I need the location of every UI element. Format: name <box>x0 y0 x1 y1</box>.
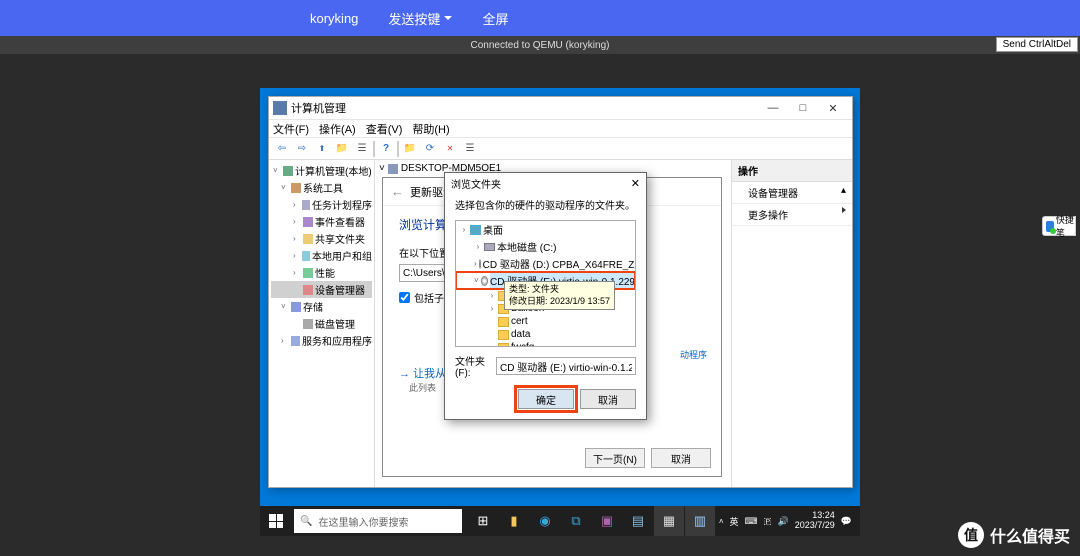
scan-button[interactable] <box>461 140 479 158</box>
node-cert[interactable]: cert <box>456 315 635 328</box>
window-title: 计算机管理 <box>291 100 346 116</box>
send-keys-menu[interactable]: 发送按键 <box>388 9 452 28</box>
close-button[interactable]: ✕ <box>818 102 848 115</box>
watermark: 值 什么值得买 <box>958 522 1070 548</box>
tree-performance[interactable]: ›性能 <box>271 264 372 281</box>
menu-action[interactable]: 操作(A) <box>319 121 356 137</box>
tree-services-apps[interactable]: ›服务和应用程序 <box>271 332 372 349</box>
system-tray[interactable]: ˄ 英 ⌨ 🇵 🔊 13:24 2023/7/29 💬 <box>719 511 860 531</box>
tree-shared-folders[interactable]: ›共享文件夹 <box>271 230 372 247</box>
watermark-badge-icon: 值 <box>958 522 984 548</box>
taskbar-edge[interactable]: ◉ <box>530 506 560 536</box>
tree-local-users[interactable]: ›本地用户和组 <box>271 247 372 264</box>
task-view-button[interactable]: ⊞ <box>468 506 498 536</box>
back-arrow-icon[interactable]: ← <box>391 184 404 199</box>
cancel-button[interactable]: 取消 <box>580 389 636 409</box>
taskbar-store[interactable]: ⧉ <box>561 506 591 536</box>
tree-event-viewer[interactable]: ›事件查看器 <box>271 213 372 230</box>
taskbar: 在这里输入你要搜索 ⊞ ▮ ◉ ⧉ ▣ ▤ ▦ ▥ ˄ 英 ⌨ 🇵 🔊 13:2… <box>260 506 860 536</box>
separator <box>397 141 399 157</box>
node-data[interactable]: data <box>456 328 635 341</box>
menu-view[interactable]: 查看(V) <box>366 121 403 137</box>
stop-button[interactable] <box>441 140 459 158</box>
actions-device-manager[interactable]: 设备管理器▴ <box>732 182 852 204</box>
menu-help[interactable]: 帮助(H) <box>412 121 449 137</box>
view-list-button[interactable] <box>353 140 371 158</box>
note-icon <box>1046 221 1054 232</box>
computer-management-window: 计算机管理 — □ ✕ 文件(F) 操作(A) 查看(V) 帮助(H) <box>268 96 853 488</box>
node-d-drive[interactable]: ›CD 驱动器 (D:) CPBA_X64FRE_ZH-CN_DV9 <box>456 255 635 272</box>
separator <box>373 141 375 157</box>
taskbar-app3[interactable]: ▦ <box>654 506 684 536</box>
notification-center-icon[interactable]: 💬 <box>841 516 852 527</box>
cancel-button[interactable]: 取消 <box>651 448 711 468</box>
taskbar-app1[interactable]: ▣ <box>592 506 622 536</box>
taskbar-app4[interactable]: ▥ <box>685 506 715 536</box>
node-fwcfg[interactable]: ›fwcfg <box>456 341 635 347</box>
session-name: koryking <box>310 11 358 26</box>
tree-device-manager[interactable]: 设备管理器 <box>271 281 372 298</box>
folder-path-input[interactable] <box>496 357 636 375</box>
chevron-right-icon <box>842 207 846 213</box>
up-button[interactable] <box>313 140 331 158</box>
ime-indicator[interactable]: 英 <box>730 515 739 528</box>
remote-topbar: koryking 发送按键 全屏 <box>0 0 1080 36</box>
remote-desktop: 计算机管理 — □ ✕ 文件(F) 操作(A) 查看(V) 帮助(H) <box>260 88 860 536</box>
tray-overflow-icon[interactable]: ˄ <box>719 517 724 526</box>
close-icon[interactable]: ✕ <box>631 177 640 190</box>
fullscreen-button[interactable]: 全屏 <box>482 9 508 28</box>
quick-note-widget[interactable]: 快捷笔 <box>1042 216 1076 236</box>
next-button[interactable]: 下一页(N) <box>585 448 645 468</box>
dialog-instruction: 选择包含你的硬件的驱动程序的文件夹。 <box>445 193 646 220</box>
forward-button[interactable] <box>293 140 311 158</box>
dialog-titlebar[interactable]: 浏览文件夹 ✕ <box>445 173 646 193</box>
start-button[interactable] <box>260 506 292 536</box>
toolbar <box>269 138 852 160</box>
folder-tooltip: 类型: 文件夹 修改日期: 2023/1/9 13:57 <box>504 281 615 310</box>
folder-path-label: 文件夹(F): <box>455 353 492 379</box>
menu-bar: 文件(F) 操作(A) 查看(V) 帮助(H) <box>269 120 852 138</box>
search-icon <box>300 516 312 527</box>
app-icon <box>273 101 287 115</box>
tree-root[interactable]: ˅计算机管理(本地) <box>271 162 372 179</box>
chevron-down-icon <box>444 16 452 20</box>
taskbar-clock[interactable]: 13:24 2023/7/29 <box>795 511 835 531</box>
folder-path-row: 文件夹(F): <box>445 347 646 385</box>
connection-status: Connected to QEMU (koryking) <box>471 40 610 51</box>
minimize-button[interactable]: — <box>758 102 788 114</box>
folder-tree[interactable]: ›桌面 ›本地磁盘 (C:) ›CD 驱动器 (D:) CPBA_X64FRE_… <box>455 220 636 347</box>
dialog-title: 浏览文件夹 <box>451 176 501 191</box>
input-method-indicator[interactable]: ⌨ <box>745 516 758 527</box>
menu-file[interactable]: 文件(F) <box>273 121 309 137</box>
node-c-drive[interactable]: ›本地磁盘 (C:) <box>456 238 635 255</box>
network-icon[interactable]: 🇵 <box>764 516 772 527</box>
back-button[interactable] <box>273 140 291 158</box>
show-hide-tree-button[interactable] <box>333 140 351 158</box>
actions-panel: 操作 设备管理器▴ 更多操作 <box>732 160 852 487</box>
taskbar-explorer[interactable]: ▮ <box>499 506 529 536</box>
titlebar[interactable]: 计算机管理 — □ ✕ <box>269 97 852 120</box>
watermark-text: 什么值得买 <box>990 523 1070 547</box>
help-button[interactable] <box>377 140 395 158</box>
maximize-button[interactable]: □ <box>788 102 818 114</box>
refresh-button[interactable] <box>421 140 439 158</box>
tree-task-scheduler[interactable]: ›任务计划程序 <box>271 196 372 213</box>
navigation-tree[interactable]: ˅计算机管理(本地) ˅系统工具 ›任务计划程序 ›事件查看器 ›共享文件夹 ›… <box>269 160 375 487</box>
taskbar-search[interactable]: 在这里输入你要搜索 <box>294 509 462 533</box>
browse-folder-dialog: 浏览文件夹 ✕ 选择包含你的硬件的驱动程序的文件夹。 ›桌面 ›本地磁盘 (C:… <box>444 172 647 420</box>
actions-header: 操作 <box>732 160 852 182</box>
node-desktop[interactable]: ›桌面 <box>456 221 635 238</box>
properties-button[interactable] <box>401 140 419 158</box>
taskbar-app2[interactable]: ▤ <box>623 506 653 536</box>
windows-logo-icon <box>269 514 283 528</box>
tree-disk-management[interactable]: 磁盘管理 <box>271 315 372 332</box>
actions-more[interactable]: 更多操作 <box>732 204 852 226</box>
tree-storage[interactable]: ˅存储 <box>271 298 372 315</box>
driver-link-text: 动程序 <box>680 348 707 361</box>
ok-button[interactable]: 确定 <box>518 389 574 409</box>
status-bar: Connected to QEMU (koryking) Send CtrlAl… <box>0 36 1080 54</box>
send-ctrlaltdel-button[interactable]: Send CtrlAltDel <box>996 37 1078 52</box>
volume-icon[interactable]: 🔊 <box>778 516 789 527</box>
tree-system-tools[interactable]: ˅系统工具 <box>271 179 372 196</box>
